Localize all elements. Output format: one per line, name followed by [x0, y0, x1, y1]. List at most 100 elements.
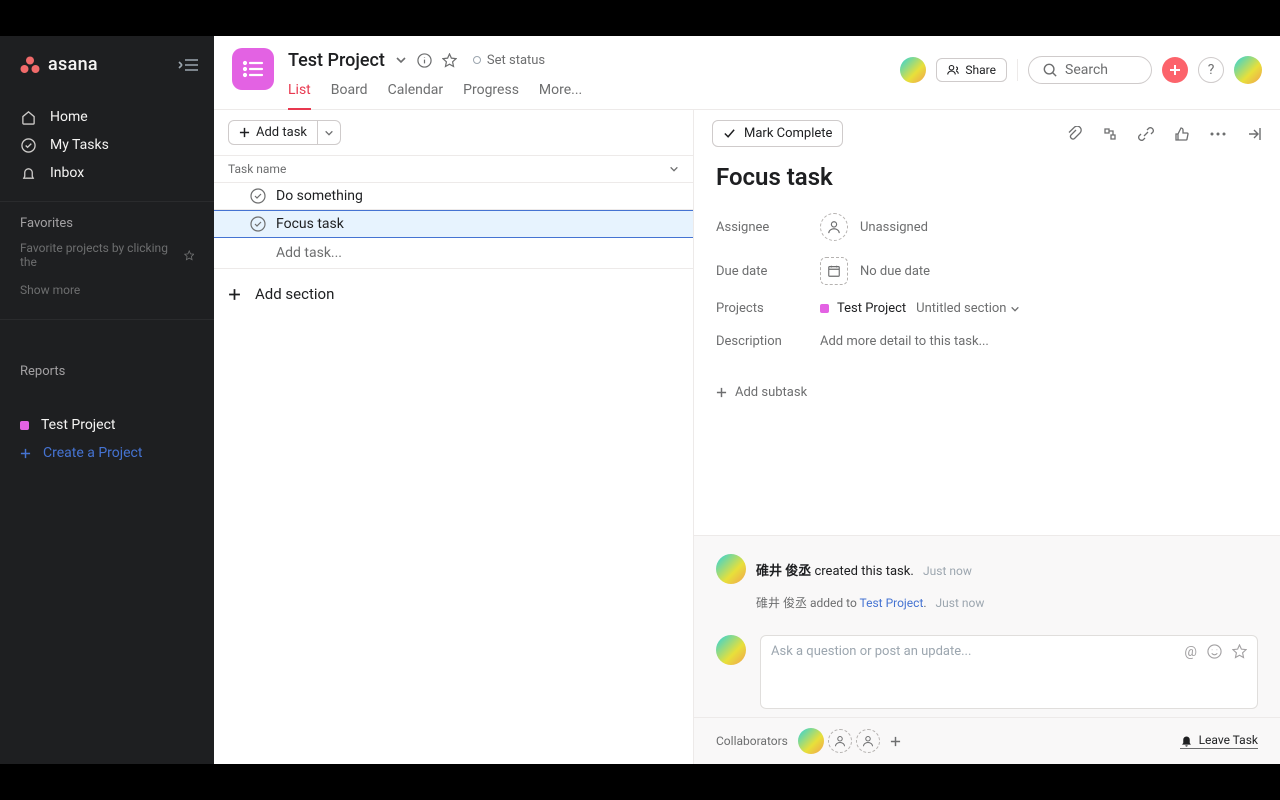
star-icon[interactable] [1232, 644, 1247, 659]
detail-toolbar: Mark Complete [694, 110, 1280, 157]
add-section-label: Add section [255, 285, 334, 303]
collaborator-avatar[interactable] [798, 728, 824, 754]
mark-complete-label: Mark Complete [744, 126, 832, 141]
sidebar-collapse-icon[interactable] [178, 58, 198, 72]
content-split: Add task Task name Do something Focus ta… [214, 110, 1280, 764]
activity-entry: 碓井 俊丞 added to Test Project. Just now [716, 590, 1258, 621]
project-title[interactable]: Test Project [288, 50, 385, 71]
description-field[interactable]: Description Add more detail to this task… [694, 324, 1280, 359]
sidebar-project-item[interactable]: Test Project [0, 411, 214, 439]
attachment-icon[interactable] [1066, 126, 1082, 142]
sidebar-item-inbox[interactable]: Inbox [0, 159, 214, 187]
leave-task-label: Leave Task [1199, 733, 1258, 747]
activity-author: 碓井 俊丞 [756, 564, 811, 579]
complete-toggle-icon[interactable] [250, 216, 266, 232]
logo-text: asana [48, 54, 98, 75]
help-button[interactable]: ? [1198, 57, 1224, 83]
tab-board[interactable]: Board [331, 82, 368, 109]
comment-input[interactable]: Ask a question or post an update... @ [760, 635, 1258, 709]
chevron-down-icon[interactable] [395, 54, 407, 66]
add-task-button[interactable]: Add task [228, 120, 318, 145]
people-icon [947, 64, 959, 76]
add-subtask-button[interactable]: Add subtask [694, 359, 1280, 426]
sidebar-divider [0, 201, 214, 202]
detail-footer: Collaborators Leave Task [694, 717, 1280, 764]
project-tabs: List Board Calendar Progress More... [288, 82, 886, 109]
description-placeholder: Add more detail to this task... [820, 334, 989, 349]
more-icon[interactable] [1210, 132, 1226, 136]
like-icon[interactable] [1174, 126, 1190, 142]
duedate-value: No due date [860, 264, 930, 279]
add-collaborator-button[interactable] [890, 736, 901, 747]
tab-progress[interactable]: Progress [463, 82, 519, 109]
home-icon [20, 110, 36, 125]
task-detail-pane: Mark Complete Focus task Assignee [694, 110, 1280, 764]
activity-text: created this task. [811, 564, 914, 579]
mention-icon[interactable]: @ [1184, 644, 1197, 660]
add-collaborator-slot[interactable] [856, 729, 880, 753]
calendar-icon [820, 257, 848, 285]
tab-list[interactable]: List [288, 82, 311, 110]
sidebar-item-mytasks[interactable]: My Tasks [0, 131, 214, 159]
column-header-taskname[interactable]: Task name [228, 162, 286, 176]
link-icon[interactable] [1138, 126, 1154, 142]
set-status-label: Set status [487, 53, 545, 68]
section-value: Untitled section [916, 301, 1006, 316]
activity-time: Just now [923, 564, 972, 578]
user-avatar[interactable] [1234, 56, 1262, 84]
show-more-link[interactable]: Show more [0, 283, 214, 319]
tab-more[interactable]: More... [539, 82, 582, 109]
plus-icon [228, 288, 241, 301]
task-title[interactable]: Focus task [694, 157, 1280, 205]
chevron-down-icon[interactable] [669, 164, 679, 174]
add-section-button[interactable]: Add section [214, 269, 693, 319]
task-row[interactable]: Do something [214, 183, 693, 210]
create-project-link[interactable]: Create a Project [0, 439, 214, 467]
sidebar-nav: Home My Tasks Inbox [0, 93, 214, 201]
activity-feed: 碓井 俊丞 created this task. Just now 碓井 俊丞 … [694, 535, 1280, 627]
tab-calendar[interactable]: Calendar [388, 82, 444, 109]
activity-time: Just now [936, 596, 985, 610]
assignee-field[interactable]: Assignee Unassigned [694, 205, 1280, 249]
activity-project-link[interactable]: Test Project [860, 596, 924, 610]
duedate-field[interactable]: Due date No due date [694, 249, 1280, 293]
leave-task-button[interactable]: Leave Task [1180, 733, 1258, 749]
sidebar-item-label: Inbox [50, 165, 84, 181]
add-task-dropdown[interactable] [318, 120, 341, 145]
subtask-icon[interactable] [1102, 126, 1118, 142]
info-icon[interactable] [417, 53, 432, 68]
task-list-pane: Add task Task name Do something Focus ta… [214, 110, 694, 764]
close-pane-icon[interactable] [1246, 126, 1262, 142]
project-list-icon [232, 48, 274, 90]
assignee-label: Assignee [716, 220, 820, 235]
share-label: Share [965, 63, 996, 77]
comment-composer: Ask a question or post an update... @ [694, 627, 1280, 717]
emoji-icon[interactable] [1207, 644, 1222, 659]
sidebar-item-label: My Tasks [50, 137, 109, 153]
add-collaborator-slot[interactable] [828, 729, 852, 753]
search-input[interactable]: Search [1028, 56, 1152, 84]
star-icon[interactable] [442, 53, 457, 68]
task-row[interactable]: Focus task [214, 210, 693, 238]
set-status-button[interactable]: Set status [473, 53, 545, 68]
complete-toggle-icon[interactable] [250, 188, 266, 204]
sidebar-logo-row: asana [0, 36, 214, 93]
projects-field: Projects Test Project Untitled section [694, 293, 1280, 324]
asana-logo[interactable]: asana [20, 54, 98, 75]
member-avatar[interactable] [900, 57, 926, 83]
project-color-dot [820, 304, 829, 313]
create-project-label: Create a Project [43, 445, 142, 461]
activity-avatar[interactable] [716, 554, 746, 584]
status-dot-icon [473, 56, 481, 64]
global-add-button[interactable] [1162, 57, 1188, 83]
project-tag[interactable]: Test Project [820, 301, 906, 316]
assignee-value: Unassigned [860, 220, 928, 235]
plus-icon [716, 387, 727, 398]
section-dropdown[interactable]: Untitled section [916, 301, 1020, 316]
sidebar-item-home[interactable]: Home [0, 103, 214, 131]
mark-complete-button[interactable]: Mark Complete [712, 120, 843, 147]
share-button[interactable]: Share [936, 58, 1007, 82]
add-task-inline[interactable]: Add task... [214, 238, 693, 269]
composer-avatar[interactable] [716, 635, 746, 665]
reports-heading: Reports [0, 364, 214, 389]
